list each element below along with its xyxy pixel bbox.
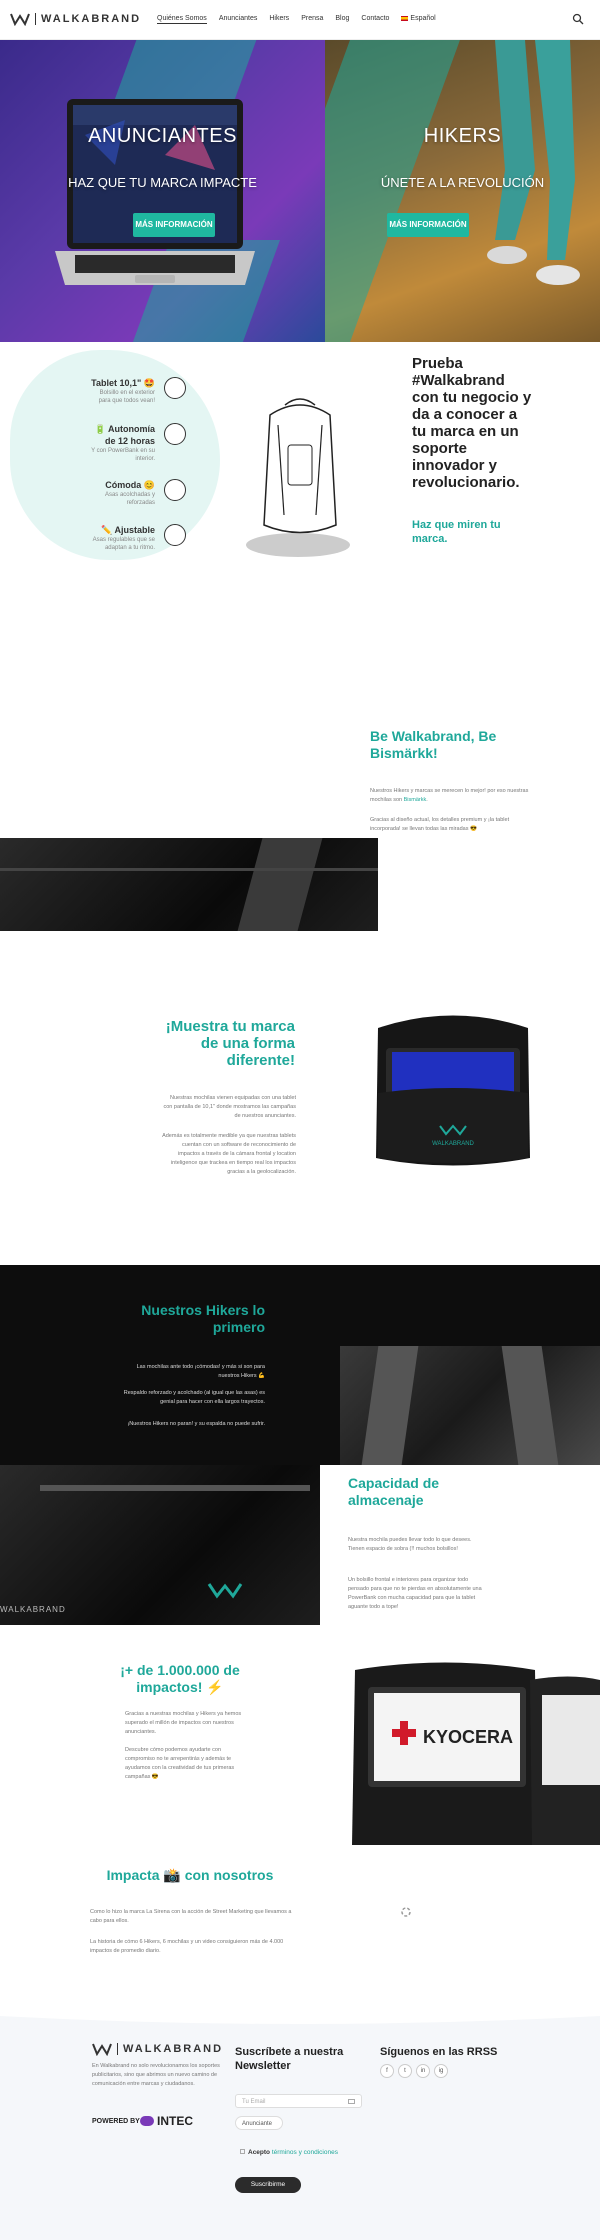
impacta-paragraph-1: Como lo hizo la marca La Sirena con la a… [90, 1909, 292, 1924]
hero-right-more-info-button[interactable]: MÁS INFORMACIÓN [387, 213, 469, 237]
linkedin-icon[interactable]: in [416, 2064, 430, 2078]
backpack-back-photo [340, 1346, 600, 1465]
promo-text: Prueba #Walkabrand con tu negocio y da a… [412, 355, 532, 491]
site-header: WALKABRAND Quiénes Somos Anunciantes Hik… [0, 0, 600, 40]
hero-left-title: ANUNCIANTES [88, 125, 237, 147]
bag-brand-text: WALKABRAND [0, 1605, 66, 1614]
backpack-sketch-image [246, 398, 350, 557]
brandshow-paragraph-2: Además es totalmente medible ya que nues… [162, 1133, 296, 1175]
impacts-title: ¡+ de 1.000.000 de impactos! ⚡ [120, 1662, 240, 1695]
nav-quienes-somos[interactable]: Quiénes Somos [157, 15, 207, 24]
logo[interactable]: WALKABRAND [10, 12, 141, 26]
bag-brand-text: WALKABRAND [432, 1141, 474, 1147]
instagram-icon[interactable]: ig [434, 2064, 448, 2078]
bismarkk-link[interactable]: Bismärkk [404, 797, 427, 803]
bismarkk-paragraph-1: Nuestros Hikers y marcas se merecen lo m… [370, 788, 529, 803]
hero-left-subtitle: HAZ QUE TU MARCA IMPACTE [68, 175, 257, 190]
nav-prensa[interactable]: Prensa [301, 15, 323, 24]
hiker-legs-image [487, 40, 580, 285]
subscribe-button[interactable]: Suscribirme [235, 2177, 301, 2193]
spain-flag-icon [401, 15, 409, 21]
terms-checkbox[interactable] [240, 2149, 245, 2154]
hero-right-title: HIKERS [423, 125, 502, 147]
capacity-paragraph-2: Un bolsillo frontal e interiores para or… [348, 1577, 482, 1610]
bismarkk-title: Be Walkabrand, Be Bismärkk! [370, 728, 497, 761]
impacts-paragraph-1: Gracias a nuestras mochilas y Hikers ya … [125, 1711, 242, 1735]
hero-right-subtitle: ÚNETE A LA REVOLUCIÓN [380, 175, 545, 190]
search-icon[interactable] [572, 13, 584, 25]
impacts-paragraph-2: Descubre cómo podemos ayudarte con compr… [125, 1747, 235, 1780]
feature-autonomy: 🔋 Autonomía de 12 horas Y con PowerBank en… [91, 424, 155, 462]
footer-wave [0, 2010, 600, 2024]
user-type-select[interactable]: Anunciante [235, 2116, 283, 2130]
adjust-icon [164, 524, 186, 546]
intec-logo-icon [140, 2116, 154, 2126]
hikers-title: Nuestros Hikers lo primero [141, 1302, 265, 1335]
kyocera-logo-text: KYOCERA [423, 1727, 513, 1747]
hikers-paragraph-3: ¡Nuestros Hikers no paran! y su espalda … [127, 1421, 265, 1427]
impacta-title: Impacta 📸 con nosotros [106, 1867, 274, 1883]
battery-icon [164, 423, 186, 445]
promo-subtext: Haz que miren tu marca. [412, 519, 501, 545]
footer-about: En Walkabrand no solo revolucionamos los… [92, 2063, 220, 2087]
nav-language[interactable]: Español [401, 15, 436, 24]
kyocera-backpack-photo: KYOCERA [350, 1655, 600, 1850]
nav-blog[interactable]: Blog [335, 15, 349, 24]
footer-logo[interactable]: WALKABRAND [92, 2042, 223, 2056]
backpack-front-photo: WALKABRAND [0, 1465, 320, 1625]
backpack-detail-photo [0, 838, 378, 931]
walkabrand-bag-logo-icon [207, 1583, 243, 1599]
main-nav: Quiénes Somos Anunciantes Hikers Prensa … [157, 15, 436, 24]
feature-adjustable: ✏️ Ajustable Asas regulables que se adapta… [92, 525, 155, 551]
terms-checkbox-row[interactable]: Acepto términos y condiciones [240, 2149, 338, 2156]
site-footer: WALKABRAND En Walkabrand no solo revoluc… [0, 2010, 600, 2240]
powered-by-label: POWERED BY [92, 2118, 140, 2125]
impacta-paragraph-2: La historia de cómo 6 Hikers, 6 mochilas… [90, 1939, 284, 1954]
capacity-title: Capacidad de almacenaje [348, 1475, 440, 1508]
bismarkk-paragraph-2: Gracias al diseño actual, los detalles p… [370, 817, 510, 832]
newsletter-title: Suscríbete a nuestra Newsletter [235, 2046, 344, 2072]
hero-left-more-info-button[interactable]: MÁS INFORMACIÓN [133, 213, 215, 237]
nav-anunciantes[interactable]: Anunciantes [219, 15, 258, 24]
facebook-icon[interactable]: f [380, 2064, 394, 2078]
walkabrand-logo-icon [92, 2043, 112, 2056]
intec-logo[interactable]: INTEC [140, 2114, 193, 2128]
logo-text: WALKABRAND [41, 13, 142, 25]
nav-contacto[interactable]: Contacto [361, 15, 389, 24]
straps-icon [164, 479, 186, 501]
tablet-icon [164, 377, 186, 399]
brandshow-title: ¡Muestra tu marca de una forma diferente… [165, 1018, 295, 1069]
feature-tablet: Tablet 10,1" 🤩 Bolsillo en el exterior par… [91, 378, 155, 404]
loading-spinner-icon [401, 1907, 411, 1917]
hikers-paragraph-1: Las mochilas ante todo ¡cómodas! y más s… [136, 1364, 265, 1379]
capacity-paragraph-1: Nuestra mochila puedes llevar todo lo qu… [348, 1537, 472, 1552]
hero-teal-shape [325, 40, 460, 342]
email-field[interactable]: Tu Email [235, 2094, 362, 2108]
terms-link[interactable]: términos y condiciones [272, 2149, 338, 2156]
nav-hikers[interactable]: Hikers [269, 15, 289, 24]
hikers-paragraph-2: Respaldo reforzado y acolchado (al igual… [123, 1390, 265, 1405]
brandshow-paragraph-1: Nuestras mochilas vienen equipadas con u… [163, 1095, 296, 1119]
hero-hikers: HIKERS ÚNETE A LA REVOLUCIÓN MÁS INFORMA… [325, 40, 600, 342]
walkabrand-logo-icon [10, 13, 30, 26]
feature-comfort: Cómoda 😊 Asas acolchadas y reforzadas [104, 480, 155, 506]
social-title: Síguenos en las RRSS [380, 2046, 498, 2058]
mail-icon [348, 2099, 355, 2104]
hero-advertisers: ANUNCIANTES HAZ QUE TU MARCA IMPACTE MÁS… [0, 40, 325, 342]
twitter-icon[interactable]: t [398, 2064, 412, 2078]
backpack-tablet-photo: WALKABRAND [376, 1015, 530, 1166]
